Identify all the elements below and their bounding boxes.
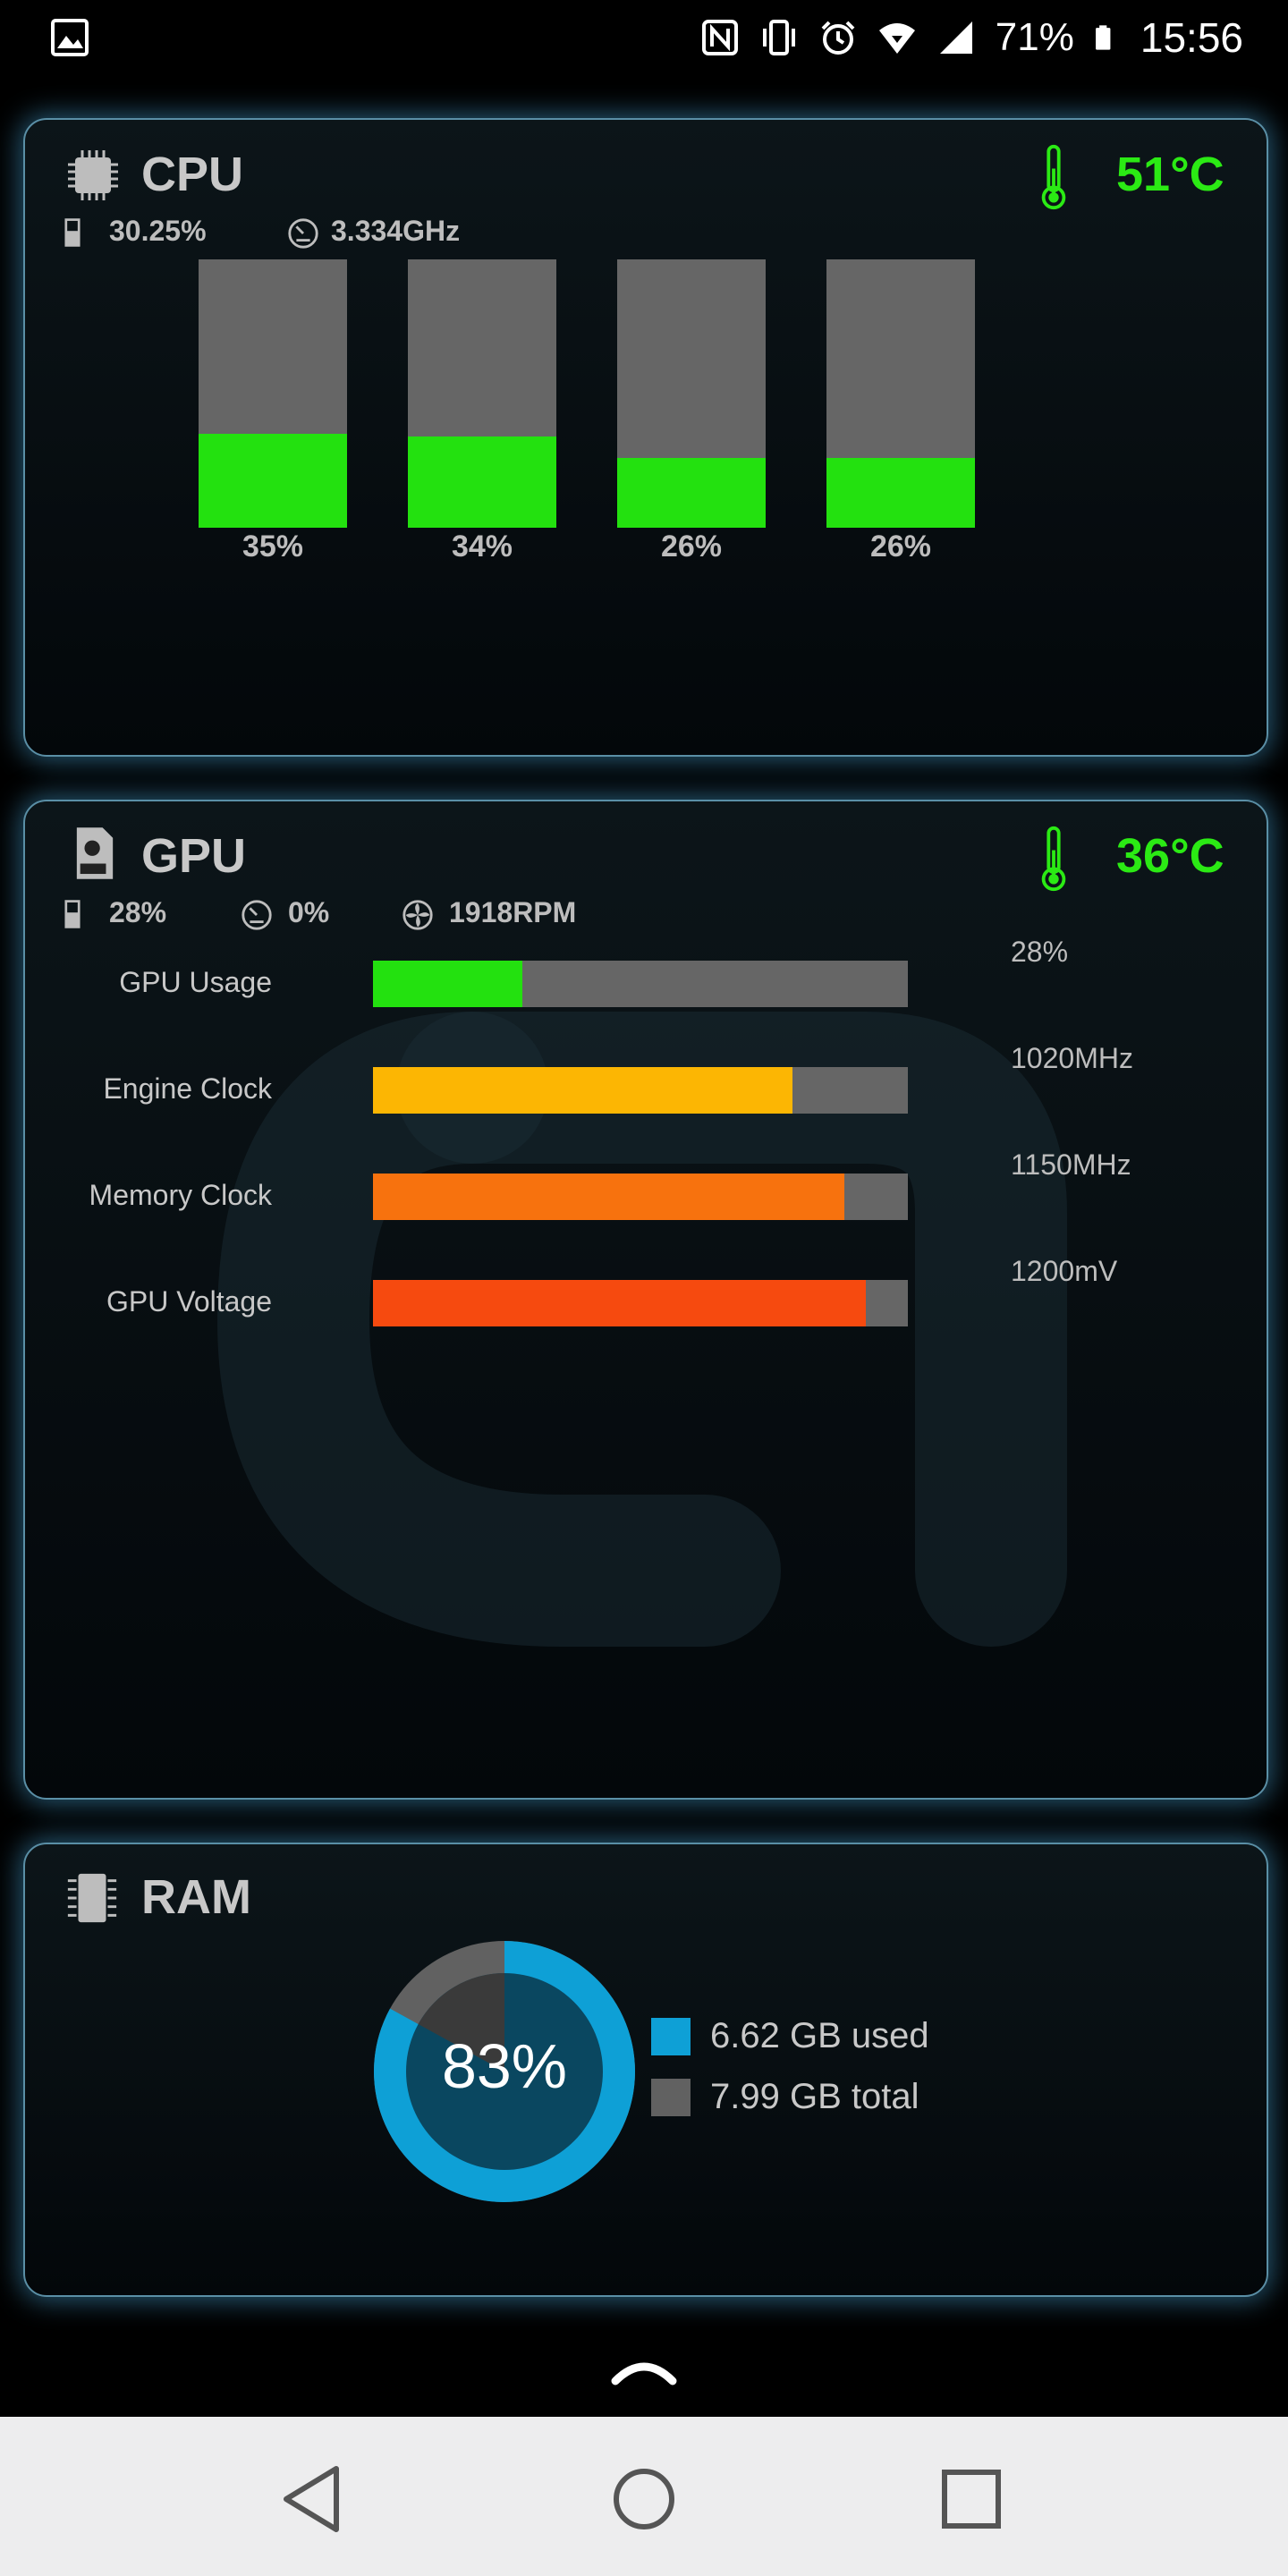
usage-gauge-icon <box>64 218 80 247</box>
speedometer-icon <box>288 218 318 249</box>
navigation-bar <box>0 2417 1288 2576</box>
cpu-core-bar <box>617 259 766 528</box>
gpu-metric-value: 1200mV <box>1011 1255 1118 1287</box>
cpu-core-fill <box>826 458 975 528</box>
alarm-icon <box>821 21 855 55</box>
gpu-metric-label: GPU Usage <box>119 966 272 998</box>
gpu-metric-fill <box>373 1280 867 1326</box>
cpu-core-label: 26% <box>869 530 932 564</box>
gpu-metric-bar <box>373 1067 908 1114</box>
gpu-panel[interactable]: GPU 36°C 28% 0% 1918RPM GPU Usage 28% Engi… <box>23 800 1268 1800</box>
thermometer-icon <box>1041 144 1066 210</box>
cpu-core-label: 35% <box>242 530 304 564</box>
cpu-core-label: 34% <box>451 530 513 564</box>
gpu-metric-bar <box>373 961 908 1007</box>
gpu-metric-value: 28% <box>1011 936 1069 968</box>
speedometer-icon <box>242 900 272 930</box>
gpu-metric-label: Memory Clock <box>89 1179 272 1211</box>
cpu-frequency: 3.334GHz <box>331 215 461 247</box>
wifi-icon <box>878 23 915 54</box>
ram-title: RAM <box>141 1870 251 1924</box>
cpu-chip-icon <box>68 150 118 200</box>
gpu-metric-value: 1020MHz <box>1011 1042 1133 1074</box>
ram-panel[interactable]: RAM 83% 6.62 GB used 7.99 GB total <box>23 1843 1268 2297</box>
gpu-metric-fill <box>373 1067 793 1114</box>
cpu-panel[interactable]: CPU 51°C 30.25% 3.334GHz 35% 34% 26% 26% <box>23 118 1268 757</box>
chevron-up-icon[interactable] <box>608 2352 680 2388</box>
gpu-temperature: 36°C <box>1116 829 1224 883</box>
cpu-temperature: 51°C <box>1116 148 1224 201</box>
fan-icon <box>402 900 433 930</box>
cpu-core-bar <box>826 259 975 528</box>
recents-square-icon[interactable] <box>927 2454 1016 2544</box>
vibrate-icon <box>762 20 795 55</box>
clock-time: 15:56 <box>1140 14 1243 61</box>
gpu-metric-bar <box>373 1280 908 1326</box>
cpu-core-fill <box>199 434 347 528</box>
cpu-core-bar <box>199 259 347 528</box>
usage-gauge-icon <box>64 900 80 928</box>
ram-total-label: 7.99 GB total <box>710 2077 919 2116</box>
ram-chip-icon <box>67 1873 117 1923</box>
gpu-title: GPU <box>141 829 247 883</box>
cpu-title: CPU <box>141 148 244 201</box>
status-bar: 71% 15:56 <box>0 0 1288 75</box>
gpu-metric-value: 1150MHz <box>1011 1148 1131 1181</box>
cpu-core-bar <box>408 259 556 528</box>
gpu-card-icon <box>76 827 114 879</box>
ram-donut-chart: 83% <box>374 1941 635 2202</box>
battery-icon <box>1095 25 1111 50</box>
gpu-metric-fill <box>373 961 523 1007</box>
ram-used-label: 6.62 GB used <box>710 2016 929 2055</box>
ram-percent-label: 83% <box>442 2031 567 2101</box>
cpu-core-fill <box>408 436 556 528</box>
signal-icon <box>939 21 972 54</box>
gpu-load: 0% <box>288 896 330 928</box>
cpu-usage: 30.25% <box>109 215 207 247</box>
gpu-metric-bar <box>373 1174 908 1220</box>
nfc-icon <box>701 20 738 55</box>
gpu-metric-fill <box>373 1174 845 1220</box>
home-circle-icon[interactable] <box>599 2454 689 2544</box>
image-icon <box>51 19 89 56</box>
battery-percent: 71% <box>995 15 1074 59</box>
thermometer-icon <box>1041 826 1066 892</box>
watermark-logo-icon <box>216 1012 1067 1647</box>
ram-total-legend-swatch <box>651 2079 691 2116</box>
gpu-fan-speed: 1918RPM <box>449 896 577 928</box>
gpu-metric-label: GPU Voltage <box>106 1285 272 1318</box>
back-triangle-icon[interactable] <box>272 2454 361 2544</box>
ram-used-legend-swatch <box>651 2018 691 2055</box>
cpu-core-label: 26% <box>660 530 723 564</box>
cpu-core-fill <box>617 458 766 528</box>
gpu-usage: 28% <box>109 896 167 928</box>
gpu-metric-label: Engine Clock <box>103 1072 272 1105</box>
